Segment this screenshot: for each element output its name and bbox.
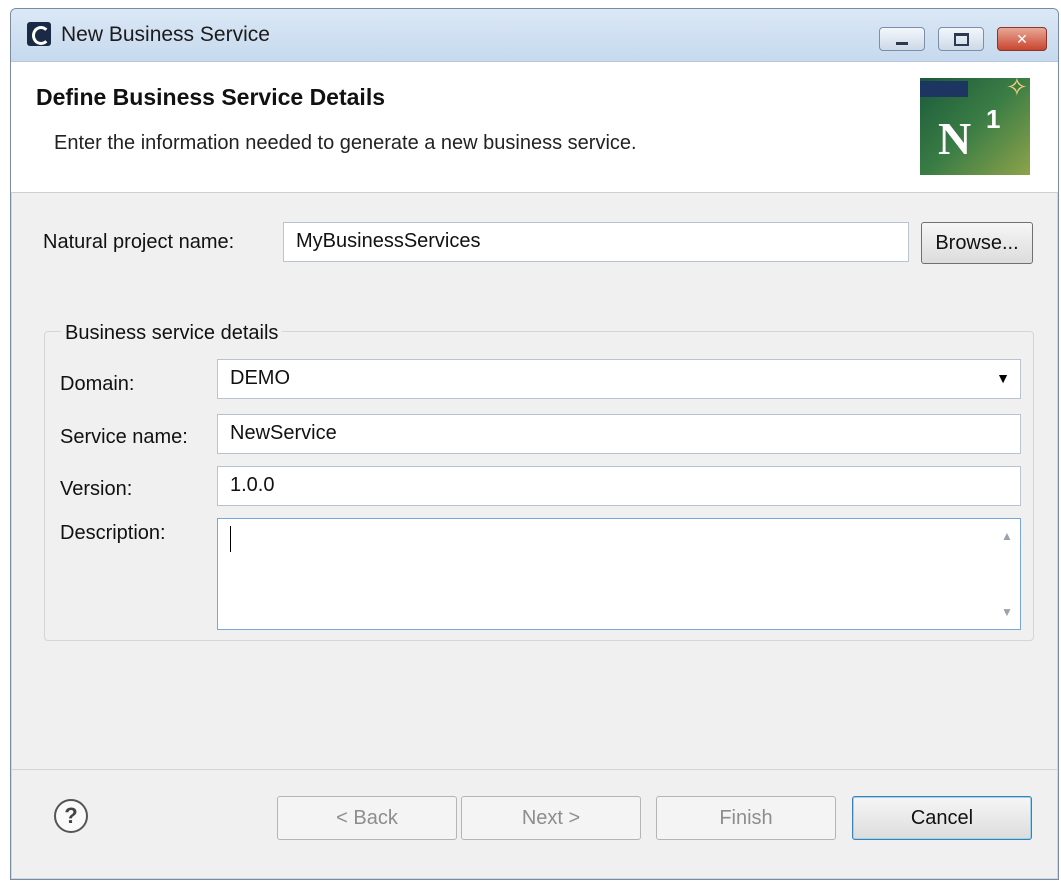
app-icon	[27, 22, 51, 46]
chevron-down-icon[interactable]: ▼	[996, 370, 1010, 386]
page-title: Define Business Service Details	[36, 84, 385, 110]
description-scrollbar[interactable]: ▲ ▼	[994, 519, 1020, 629]
dialog-window: New Business Service ✕ Define Business S…	[10, 8, 1059, 880]
maximize-button[interactable]	[938, 27, 984, 51]
browse-button[interactable]: Browse...	[921, 222, 1033, 264]
wizard-header: Define Business Service Details Enter th…	[11, 62, 1058, 193]
cancel-button[interactable]: Cancel	[852, 796, 1032, 840]
minimize-button[interactable]	[879, 27, 925, 51]
window-title: New Business Service	[61, 23, 270, 46]
next-button[interactable]: Next >	[461, 796, 641, 840]
help-icon[interactable]: ?	[54, 799, 88, 833]
description-label: Description:	[60, 522, 166, 544]
service-name-label: Service name:	[60, 426, 188, 448]
close-icon: ✕	[1016, 30, 1028, 47]
footer-separator	[11, 769, 1058, 770]
domain-value: DEMO	[230, 367, 290, 389]
natural-one-logo: N 1 ✧	[920, 72, 1030, 175]
finish-button[interactable]: Finish	[656, 796, 836, 840]
project-name-label: Natural project name:	[43, 231, 235, 253]
domain-select[interactable]: DEMO ▼	[217, 359, 1021, 399]
version-input[interactable]: 1.0.0	[217, 466, 1021, 506]
text-cursor	[230, 526, 231, 552]
maximize-icon	[953, 32, 969, 46]
title-bar[interactable]: New Business Service ✕	[11, 9, 1058, 62]
group-legend: Business service details	[61, 322, 283, 345]
minimize-icon	[896, 41, 908, 45]
service-name-input[interactable]: NewService	[217, 414, 1021, 454]
project-name-input[interactable]: MyBusinessServices	[283, 222, 909, 262]
description-textarea[interactable]: ▲ ▼	[217, 518, 1021, 630]
page-description: Enter the information needed to generate…	[54, 132, 637, 154]
scroll-down-icon[interactable]: ▼	[1001, 605, 1013, 619]
close-button[interactable]: ✕	[997, 27, 1047, 51]
scroll-up-icon[interactable]: ▲	[1001, 529, 1013, 543]
domain-label: Domain:	[60, 373, 135, 395]
back-button[interactable]: < Back	[277, 796, 457, 840]
version-label: Version:	[60, 478, 133, 500]
